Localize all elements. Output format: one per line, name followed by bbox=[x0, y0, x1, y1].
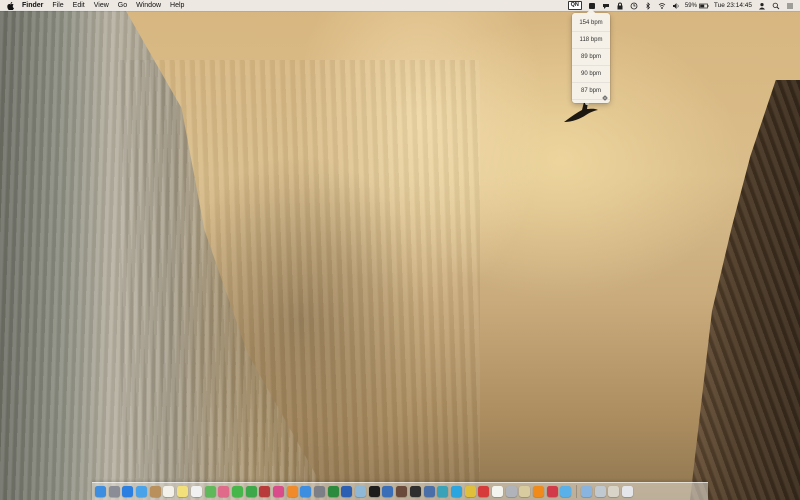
reminders-icon[interactable] bbox=[190, 486, 202, 497]
preview-icon[interactable] bbox=[355, 486, 367, 497]
user-icon[interactable] bbox=[758, 2, 766, 10]
facetime-icon[interactable] bbox=[245, 486, 257, 497]
lock-icon[interactable] bbox=[616, 2, 624, 10]
menu-window[interactable]: Window bbox=[136, 0, 161, 11]
cliff-right bbox=[690, 80, 800, 500]
excel-icon[interactable] bbox=[327, 486, 339, 497]
eagle-image bbox=[564, 101, 598, 122]
menubar-clock[interactable]: Tue 23:14:45 bbox=[714, 2, 752, 9]
menu-help[interactable]: Help bbox=[170, 0, 184, 11]
network-icon[interactable] bbox=[423, 486, 435, 497]
dock bbox=[92, 482, 708, 500]
spotlight-search-icon[interactable] bbox=[772, 2, 780, 10]
help-icon[interactable] bbox=[608, 486, 620, 497]
app-icon-red[interactable] bbox=[546, 486, 558, 497]
menu-view[interactable]: View bbox=[94, 0, 109, 11]
bpm-menu-item[interactable]: 90 bpm bbox=[572, 66, 610, 83]
word-icon[interactable] bbox=[341, 486, 353, 497]
app-icon-sky[interactable] bbox=[560, 486, 572, 497]
drive-icon[interactable] bbox=[588, 2, 596, 10]
volume-icon[interactable] bbox=[672, 2, 680, 10]
bpm-menu-item[interactable]: 154 bpm bbox=[572, 15, 610, 32]
itunes-icon[interactable] bbox=[272, 486, 284, 497]
activity-monitor-icon[interactable] bbox=[409, 486, 421, 497]
appstore-icon[interactable] bbox=[300, 486, 312, 497]
vlc-icon[interactable] bbox=[533, 486, 544, 497]
trash-icon[interactable] bbox=[622, 486, 634, 497]
downloads-stack-icon[interactable] bbox=[581, 486, 593, 497]
launchpad-icon[interactable] bbox=[108, 486, 120, 497]
bluetooth-icon[interactable] bbox=[644, 1, 652, 10]
dock-divider bbox=[576, 485, 578, 498]
menu-file[interactable]: File bbox=[52, 0, 63, 11]
mail-icon[interactable] bbox=[136, 486, 148, 497]
battery-percent: 59% bbox=[684, 2, 697, 9]
system-preferences-icon[interactable] bbox=[314, 486, 325, 497]
messages-icon[interactable] bbox=[231, 486, 243, 497]
app-icon-teal[interactable] bbox=[437, 486, 449, 497]
menu-edit[interactable]: Edit bbox=[73, 0, 85, 11]
chrome-icon[interactable] bbox=[464, 486, 476, 497]
battery-icon[interactable] bbox=[699, 2, 709, 10]
archive-icon[interactable] bbox=[519, 486, 531, 497]
terminal-icon[interactable] bbox=[368, 486, 380, 497]
documents-stack-icon[interactable] bbox=[594, 486, 606, 497]
menu-finder[interactable]: Finder bbox=[22, 0, 43, 11]
safari-icon[interactable] bbox=[122, 486, 134, 497]
ibooks-icon[interactable] bbox=[286, 486, 298, 497]
menu-bar: Finder File Edit View Go Window Help QN bbox=[0, 0, 800, 11]
menu-go[interactable]: Go bbox=[118, 0, 127, 11]
gear-icon[interactable] bbox=[602, 95, 608, 101]
disk-utility-icon[interactable] bbox=[505, 486, 517, 497]
opera-icon[interactable] bbox=[478, 486, 490, 497]
maps-icon[interactable] bbox=[204, 486, 216, 497]
calendar-icon[interactable] bbox=[163, 486, 175, 497]
waterfall-mist bbox=[120, 60, 480, 500]
notes-icon[interactable] bbox=[177, 486, 189, 497]
dictionary-icon[interactable] bbox=[396, 486, 408, 497]
time-machine-icon[interactable] bbox=[630, 2, 638, 10]
notification-center-icon[interactable] bbox=[786, 2, 794, 10]
contacts-icon[interactable] bbox=[149, 486, 161, 497]
textedit-icon[interactable] bbox=[491, 486, 503, 497]
bpm-dropdown-menu: 154 bpm 118 bpm 89 bpm 90 bpm 87 bpm bbox=[572, 13, 610, 103]
skype-icon[interactable] bbox=[450, 486, 462, 497]
bpm-menu-item[interactable]: 89 bpm bbox=[572, 49, 610, 66]
apple-logo-icon[interactable] bbox=[7, 1, 14, 10]
bpm-menu-item[interactable]: 118 bpm bbox=[572, 32, 610, 49]
photobooth-icon[interactable] bbox=[259, 486, 271, 497]
wifi-icon[interactable] bbox=[658, 2, 666, 10]
qn-status-button[interactable]: QN bbox=[567, 1, 582, 10]
chat-icon[interactable] bbox=[602, 2, 610, 10]
app-icon-blue[interactable] bbox=[382, 486, 394, 497]
finder-icon[interactable] bbox=[95, 486, 106, 497]
photos-icon[interactable] bbox=[218, 486, 230, 497]
desktop-wallpaper bbox=[0, 0, 800, 500]
